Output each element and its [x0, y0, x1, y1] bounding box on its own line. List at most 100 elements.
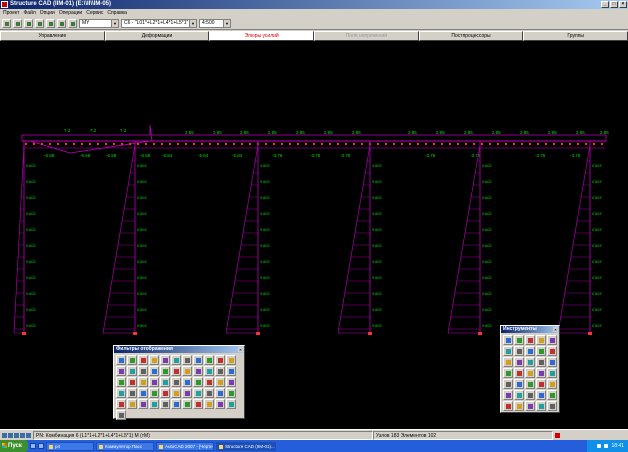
pen-tool-icon[interactable] [116, 355, 126, 365]
menu-options[interactable]: Опции [40, 9, 55, 17]
tab-groups[interactable]: Группы [523, 31, 628, 41]
chevron-down-icon[interactable]: ▼ [189, 19, 196, 27]
curve-icon[interactable] [127, 355, 137, 365]
magnet-icon[interactable] [503, 357, 513, 367]
pin-icon[interactable] [215, 377, 225, 387]
task-autocad[interactable]: AutoCAD 2007 - [Черте... [156, 441, 214, 451]
layer-icon[interactable] [525, 357, 535, 367]
green-arrow-icon[interactable] [149, 388, 159, 398]
sigma-icon[interactable] [226, 399, 236, 409]
green-tool-icon[interactable] [514, 401, 524, 411]
view-icon[interactable] [35, 18, 44, 28]
volume-icon[interactable] [604, 444, 609, 448]
quick-launch-icon[interactable] [38, 443, 44, 449]
lock-icon[interactable] [547, 379, 557, 389]
view-mode-icon[interactable] [2, 432, 7, 438]
help-icon[interactable] [536, 401, 546, 411]
beam-select-icon[interactable] [204, 388, 214, 398]
component-select[interactable]: MY ▼ [79, 18, 119, 28]
task-structure-cad[interactable]: Structure CAD (IIМ-01)... [216, 441, 276, 451]
tab-postprocessors[interactable]: Постпроцессоры [418, 31, 524, 41]
rigid-icon[interactable] [182, 388, 192, 398]
text-tool-icon[interactable] [525, 390, 535, 400]
wrench-icon[interactable] [525, 335, 535, 345]
mesh-icon[interactable] [116, 399, 126, 409]
bracket-icon[interactable] [204, 355, 214, 365]
menu-project[interactable]: Проект [3, 9, 19, 17]
close-button[interactable]: × [619, 1, 627, 8]
rod-icon[interactable] [127, 399, 137, 409]
tool-icon[interactable] [160, 399, 170, 409]
arrow-icon[interactable] [226, 366, 236, 376]
zoom-icon[interactable] [525, 368, 535, 378]
frame-select-icon[interactable] [116, 410, 126, 420]
ruler-icon[interactable] [127, 366, 137, 376]
dash-icon[interactable] [171, 355, 181, 365]
finger-icon[interactable] [193, 388, 203, 398]
pause-icon[interactable] [525, 401, 535, 411]
network-icon[interactable] [597, 444, 602, 448]
calc-icon[interactable] [547, 390, 557, 400]
list-icon[interactable] [160, 377, 170, 387]
slab-icon[interactable] [149, 399, 159, 409]
grid-icon[interactable] [182, 355, 192, 365]
close-icon[interactable]: × [553, 327, 558, 332]
erase-icon[interactable] [547, 368, 557, 378]
tab-force-diagrams[interactable]: Эпюры усилий [209, 31, 315, 41]
results-icon[interactable] [68, 18, 77, 28]
node-tool-icon[interactable] [547, 357, 557, 367]
plate-tool-icon[interactable] [536, 357, 546, 367]
rotate-icon[interactable] [503, 346, 513, 356]
gear-icon[interactable] [536, 335, 546, 345]
load-icon[interactable] [182, 366, 192, 376]
wave-icon[interactable] [215, 366, 225, 376]
section-icon[interactable] [536, 390, 546, 400]
arrow-down-icon[interactable] [149, 377, 159, 387]
move-icon[interactable] [547, 335, 557, 345]
sum-icon[interactable] [171, 399, 181, 409]
info-icon[interactable] [503, 379, 513, 389]
rotate-view-icon[interactable] [46, 18, 55, 28]
fixed-icon[interactable] [138, 399, 148, 409]
tab-deformations[interactable]: Деформации [104, 31, 210, 41]
fit-icon[interactable] [20, 432, 25, 438]
layers-icon[interactable] [127, 388, 137, 398]
number-icon[interactable] [116, 366, 126, 376]
red-circle-icon[interactable] [514, 390, 524, 400]
grid-status-icon[interactable] [26, 432, 31, 438]
compass-icon[interactable] [503, 335, 513, 345]
edit-icon[interactable] [536, 368, 546, 378]
combination-select[interactable]: C6 - "L01*+L2*1+L4*1+L5*1" ▼ [121, 18, 197, 28]
magnifier-icon[interactable] [149, 355, 159, 365]
chevron-down-icon[interactable]: ▼ [111, 19, 118, 27]
close-icon[interactable]: × [238, 347, 243, 352]
start-button[interactable]: Пуск [0, 440, 28, 452]
cross-icon[interactable] [160, 366, 170, 376]
stairs-icon[interactable] [215, 355, 225, 365]
angle-icon[interactable] [138, 366, 148, 376]
pattern-icon[interactable] [182, 399, 192, 409]
open-icon[interactable] [2, 18, 11, 28]
target-icon[interactable] [536, 379, 546, 389]
axis-icon[interactable] [226, 355, 236, 365]
support-icon[interactable] [204, 366, 214, 376]
spring-icon[interactable] [193, 355, 203, 365]
paint-icon[interactable] [536, 346, 546, 356]
layers-toolbar-icon[interactable] [57, 18, 66, 28]
maximize-button[interactable]: □ [610, 1, 618, 8]
hatch-icon[interactable] [116, 377, 126, 387]
scale-select[interactable]: 4:500 ▼ [199, 18, 231, 28]
print-icon[interactable] [24, 18, 33, 28]
scale-icon[interactable] [514, 346, 524, 356]
star-icon[interactable] [215, 388, 225, 398]
task-switcher[interactable]: Коммулятор Пасс [96, 441, 154, 451]
menu-file[interactable]: Файл [23, 9, 35, 17]
line-icon[interactable] [514, 368, 524, 378]
close-x-icon[interactable] [204, 399, 214, 409]
disk-icon[interactable] [503, 401, 513, 411]
box-icon[interactable] [116, 388, 126, 398]
filter-icon[interactable] [193, 377, 203, 387]
zoom-status-icon[interactable] [14, 432, 19, 438]
wall-icon[interactable] [226, 377, 236, 387]
green-square-icon[interactable] [226, 388, 236, 398]
